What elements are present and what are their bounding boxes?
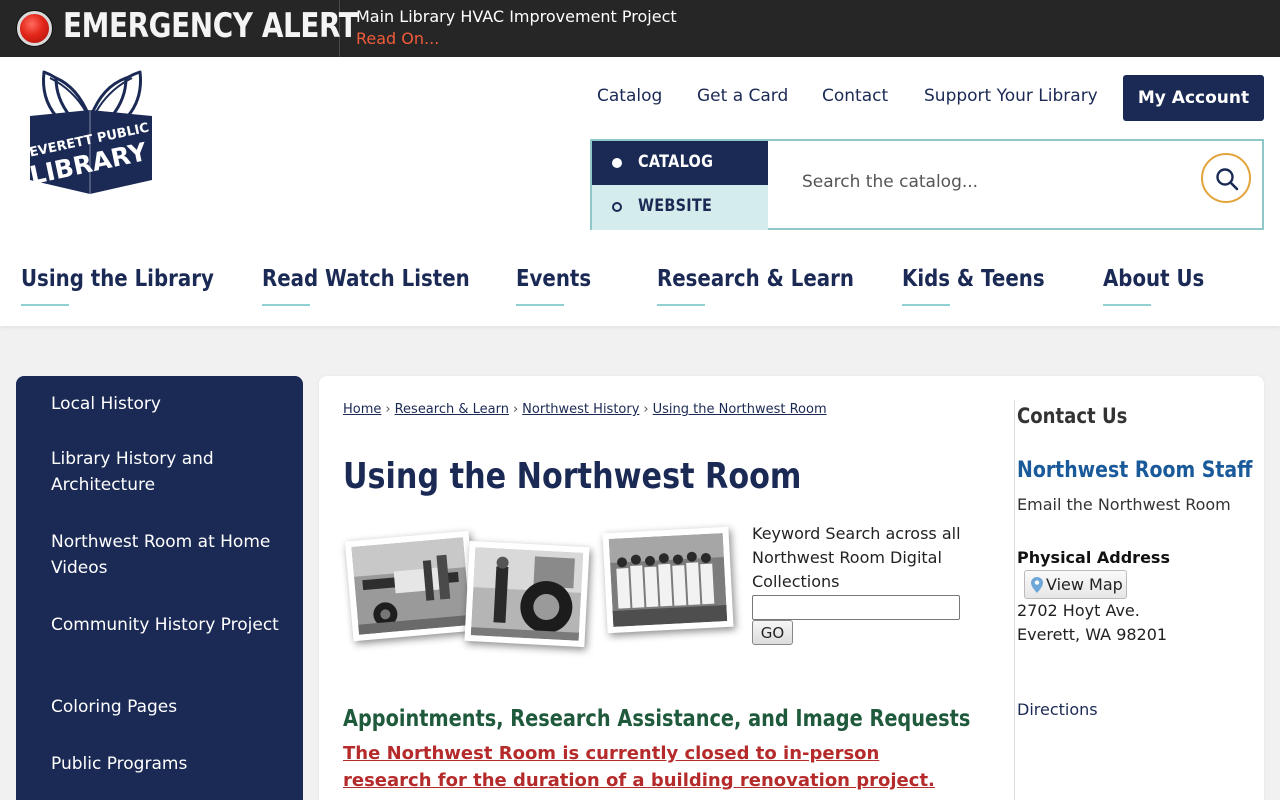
utility-nav: Catalog Get a Card Contact Support Your … <box>0 86 1280 110</box>
nav-underline <box>516 304 564 306</box>
alert-label-block: EMERGENCY ALERT <box>0 0 358 57</box>
emergency-alert-bar: EMERGENCY ALERT Main Library HVAC Improv… <box>0 0 1280 57</box>
map-pin-icon <box>1031 576 1043 593</box>
breadcrumb-research-learn[interactable]: Research & Learn <box>395 402 509 417</box>
search-icon <box>1216 168 1239 191</box>
nav-underline <box>902 304 950 306</box>
library-logo[interactable]: EVERETT PUBLIC LIBRARY <box>26 64 156 196</box>
email-northwest-room-link[interactable]: Email the Northwest Room <box>1017 495 1231 514</box>
breadcrumb: Home › Research & Learn › Northwest History ›… <box>343 402 827 417</box>
sidebar-item-community-history[interactable]: Community History Project <box>51 612 281 638</box>
sidebar-nav: Local History Library History and Archit… <box>16 376 303 800</box>
search-option-website[interactable]: WEBSITE <box>592 185 768 230</box>
keyword-search-input[interactable] <box>752 595 960 620</box>
closure-notice-link[interactable]: The Northwest Room is currently closed t… <box>343 740 953 794</box>
photo-group-workers <box>602 526 734 634</box>
nav-contact-link[interactable]: Contact <box>822 86 888 106</box>
view-map-button[interactable]: View Map <box>1024 570 1127 599</box>
photo-goodyear-tire <box>464 540 590 648</box>
main-nav: Using the Library Read Watch Listen Even… <box>0 266 1280 316</box>
alert-message[interactable]: Main Library HVAC Improvement Project <box>356 7 677 26</box>
breadcrumb-northwest-history[interactable]: Northwest History <box>522 402 639 417</box>
sidebar-item-public-programs[interactable]: Public Programs <box>51 751 281 777</box>
column-divider <box>1014 400 1015 800</box>
search-option-label: WEBSITE <box>638 196 713 216</box>
nav-support-link[interactable]: Support Your Library <box>924 86 1098 106</box>
sidebar-item-library-history[interactable]: Library History and Architecture <box>51 446 281 498</box>
search-option-label: CATALOG <box>638 152 714 172</box>
nav-kids-and-teens[interactable]: Kids & Teens <box>902 266 1045 292</box>
search-widget: CATALOG WEBSITE <box>590 139 1264 230</box>
contact-us-heading: Contact Us <box>1017 404 1128 428</box>
search-option-catalog[interactable]: CATALOG <box>592 141 768 185</box>
nav-read-watch-listen[interactable]: Read Watch Listen <box>262 266 470 292</box>
nav-research-and-learn[interactable]: Research & Learn <box>657 266 854 292</box>
photo-airplane <box>344 530 478 642</box>
appointments-heading: Appointments, Research Assistance, and I… <box>343 706 971 732</box>
keyword-search-label: Keyword Search across all Northwest Room… <box>752 524 961 591</box>
sidebar-item-coloring-pages[interactable]: Coloring Pages <box>51 694 281 720</box>
search-button[interactable] <box>1201 153 1251 203</box>
directions-link[interactable]: Directions <box>1017 700 1098 719</box>
sidebar-item-local-history[interactable]: Local History <box>51 391 281 417</box>
nav-underline <box>657 304 705 306</box>
radio-unselected-icon <box>612 202 622 212</box>
nav-events[interactable]: Events <box>516 266 591 292</box>
historic-photo-collage[interactable] <box>343 524 734 649</box>
sidebar-item-home-videos[interactable]: Northwest Room at Home Videos <box>51 529 281 581</box>
view-map-label: View Map <box>1046 575 1123 594</box>
nav-underline <box>21 304 69 306</box>
nav-get-a-card-link[interactable]: Get a Card <box>697 86 788 106</box>
go-button[interactable]: GO <box>752 620 793 645</box>
address-line-2: Everett, WA 98201 <box>1017 625 1168 644</box>
breadcrumb-separator: › <box>643 402 649 417</box>
breadcrumb-home[interactable]: Home <box>343 402 381 417</box>
page-title: Using the Northwest Room <box>343 456 802 497</box>
my-account-button[interactable]: My Account <box>1123 75 1264 121</box>
physical-address-label: Physical Address <box>1017 548 1170 567</box>
address-line-1: 2702 Hoyt Ave. <box>1017 601 1140 620</box>
breadcrumb-separator: › <box>512 402 519 417</box>
alert-light-icon <box>17 11 52 46</box>
northwest-room-staff-link[interactable]: Northwest Room Staff <box>1017 458 1253 483</box>
nav-using-the-library[interactable]: Using the Library <box>21 266 214 292</box>
alert-title: EMERGENCY ALERT <box>63 6 358 46</box>
breadcrumb-separator: › <box>385 402 391 417</box>
breadcrumb-current[interactable]: Using the Northwest Room <box>653 402 827 417</box>
nav-about-us[interactable]: About Us <box>1103 266 1204 292</box>
nav-underline <box>262 304 310 306</box>
alert-read-on-link[interactable]: Read On... <box>356 29 439 48</box>
nav-catalog-link[interactable]: Catalog <box>597 86 662 106</box>
radio-selected-icon <box>612 158 622 168</box>
nav-underline <box>1103 304 1151 306</box>
main-content: Home › Research & Learn › Northwest History ›… <box>319 376 1264 800</box>
search-input[interactable] <box>802 167 1182 197</box>
